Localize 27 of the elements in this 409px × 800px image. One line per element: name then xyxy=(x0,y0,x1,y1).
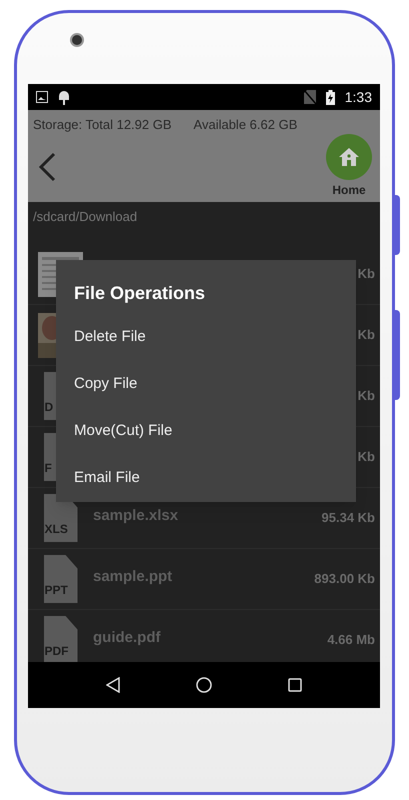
clock-time: 1:33 xyxy=(344,88,372,106)
recents-nav-icon[interactable] xyxy=(288,678,302,692)
back-icon[interactable] xyxy=(38,152,56,182)
dialog-title: File Operations xyxy=(73,282,206,305)
file-name: sample.ppt xyxy=(93,566,172,587)
no-sim-icon xyxy=(304,90,316,104)
file-size: Kb xyxy=(358,326,375,344)
file-size: 4.66 Mb xyxy=(327,631,375,650)
file-icon: XLS xyxy=(44,494,78,542)
image-icon xyxy=(36,91,48,103)
file-size: Kb xyxy=(358,387,375,406)
home-icon xyxy=(338,147,360,167)
file-size: 95.34 Kb xyxy=(322,509,375,528)
file-icon: PPT xyxy=(44,555,78,603)
home-nav-icon[interactable] xyxy=(196,677,212,693)
storage-total: Storage: Total 12.92 GB xyxy=(33,116,172,134)
current-path: /sdcard/Download xyxy=(33,208,138,226)
back-nav-icon[interactable] xyxy=(106,677,120,693)
battery-charging-icon xyxy=(326,90,335,104)
file-size: Kb xyxy=(358,265,375,284)
file-name: sample.xlsx xyxy=(93,506,178,526)
file-icon: PDF xyxy=(44,616,78,662)
file-name: guide.pdf xyxy=(93,628,160,648)
file-size: 893.00 Kb xyxy=(314,570,375,588)
file-size: Kb xyxy=(358,448,375,466)
storage-available: Available 6.62 GB xyxy=(194,116,298,134)
menu-item[interactable]: Delete File xyxy=(56,314,356,361)
